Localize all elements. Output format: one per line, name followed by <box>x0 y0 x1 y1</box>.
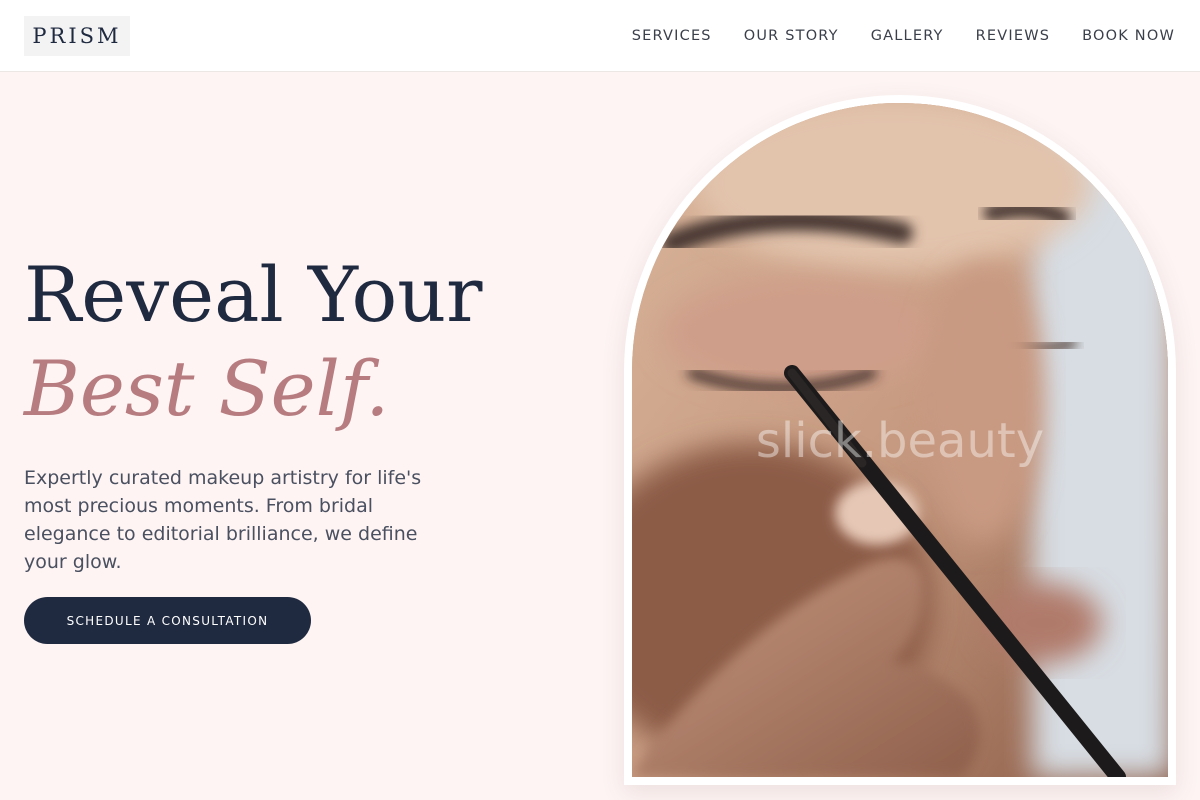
main-nav: SERVICES OUR STORY GALLERY REVIEWS BOOK … <box>632 0 1175 72</box>
nav-services[interactable]: SERVICES <box>632 28 712 44</box>
hero-title: Reveal Your Best Self. <box>24 248 584 436</box>
hero-image-frame: slick.beauty <box>624 95 1176 785</box>
nav-reviews[interactable]: REVIEWS <box>976 28 1051 44</box>
hero-title-line2: Best Self. <box>24 344 390 433</box>
image-watermark: slick.beauty <box>755 413 1045 469</box>
hero-title-line1: Reveal Your <box>24 250 483 339</box>
nav-book-now[interactable]: BOOK NOW <box>1082 28 1175 44</box>
schedule-consultation-button[interactable]: SCHEDULE A CONSULTATION <box>24 597 311 644</box>
nav-gallery[interactable]: GALLERY <box>871 28 944 44</box>
nav-our-story[interactable]: OUR STORY <box>744 28 839 44</box>
brand-logo[interactable]: PRISM <box>24 16 130 56</box>
site-header: PRISM SERVICES OUR STORY GALLERY REVIEWS… <box>0 0 1200 72</box>
hero-description: Expertly curated makeup artistry for lif… <box>24 467 422 573</box>
hero-photo: slick.beauty <box>632 103 1168 777</box>
